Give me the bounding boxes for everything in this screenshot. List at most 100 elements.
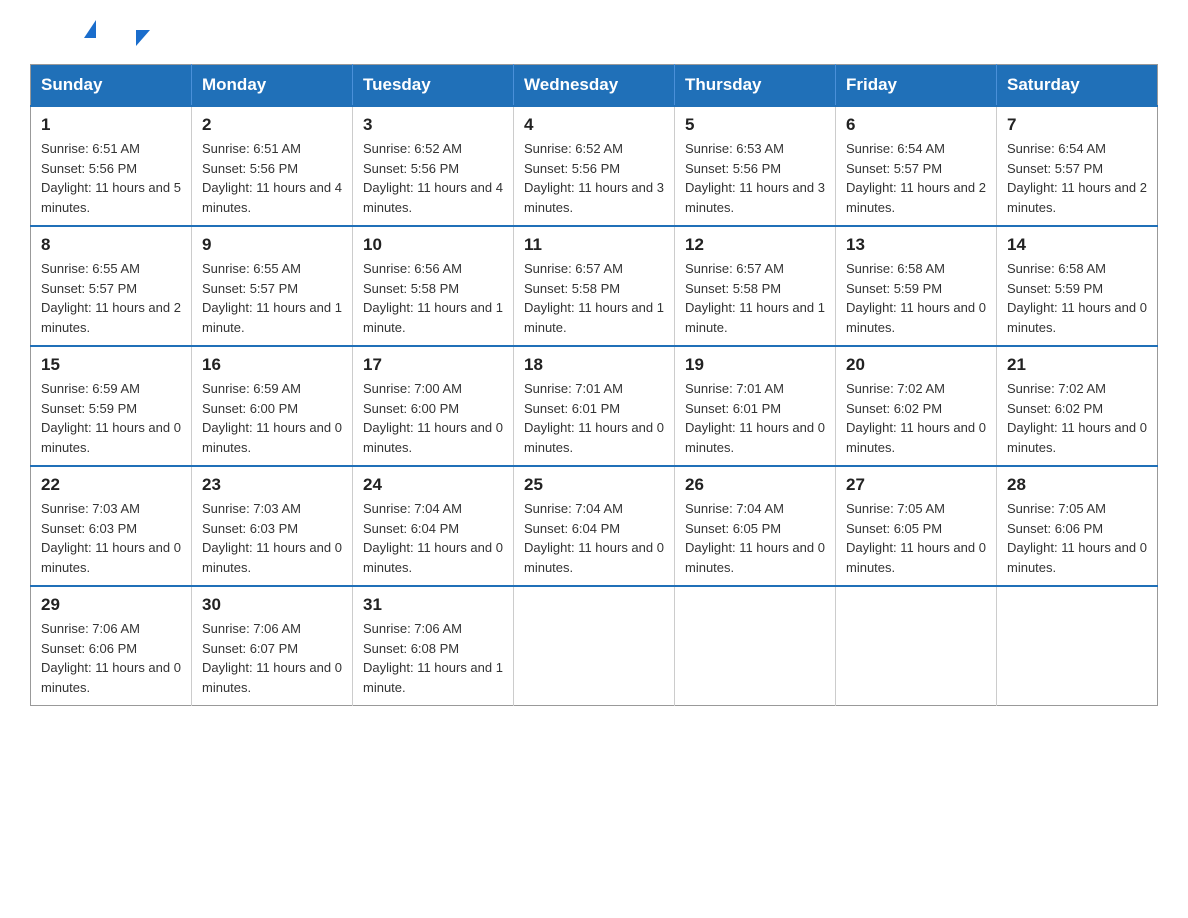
calendar-cell: 5 Sunrise: 6:53 AMSunset: 5:56 PMDayligh… — [675, 106, 836, 226]
day-info: Sunrise: 6:51 AMSunset: 5:56 PMDaylight:… — [41, 141, 181, 215]
calendar-cell — [675, 586, 836, 706]
header-wednesday: Wednesday — [514, 65, 675, 107]
day-number: 21 — [1007, 355, 1147, 375]
day-number: 20 — [846, 355, 986, 375]
day-info: Sunrise: 7:02 AMSunset: 6:02 PMDaylight:… — [1007, 381, 1147, 455]
day-info: Sunrise: 7:05 AMSunset: 6:05 PMDaylight:… — [846, 501, 986, 575]
day-info: Sunrise: 6:58 AMSunset: 5:59 PMDaylight:… — [846, 261, 986, 335]
calendar-cell: 26 Sunrise: 7:04 AMSunset: 6:05 PMDaylig… — [675, 466, 836, 586]
day-info: Sunrise: 6:58 AMSunset: 5:59 PMDaylight:… — [1007, 261, 1147, 335]
logo-icon — [30, 20, 146, 46]
day-info: Sunrise: 6:59 AMSunset: 6:00 PMDaylight:… — [202, 381, 342, 455]
calendar-week-row: 15 Sunrise: 6:59 AMSunset: 5:59 PMDaylig… — [31, 346, 1158, 466]
day-number: 12 — [685, 235, 825, 255]
day-number: 26 — [685, 475, 825, 495]
day-info: Sunrise: 6:59 AMSunset: 5:59 PMDaylight:… — [41, 381, 181, 455]
calendar-cell: 25 Sunrise: 7:04 AMSunset: 6:04 PMDaylig… — [514, 466, 675, 586]
day-number: 6 — [846, 115, 986, 135]
day-info: Sunrise: 6:53 AMSunset: 5:56 PMDaylight:… — [685, 141, 825, 215]
day-info: Sunrise: 7:04 AMSunset: 6:04 PMDaylight:… — [524, 501, 664, 575]
header-friday: Friday — [836, 65, 997, 107]
day-number: 10 — [363, 235, 503, 255]
day-info: Sunrise: 7:04 AMSunset: 6:04 PMDaylight:… — [363, 501, 503, 575]
calendar-cell: 22 Sunrise: 7:03 AMSunset: 6:03 PMDaylig… — [31, 466, 192, 586]
calendar-cell: 18 Sunrise: 7:01 AMSunset: 6:01 PMDaylig… — [514, 346, 675, 466]
header-thursday: Thursday — [675, 65, 836, 107]
day-number: 11 — [524, 235, 664, 255]
page-header — [30, 20, 1158, 46]
day-number: 15 — [41, 355, 181, 375]
day-info: Sunrise: 6:54 AMSunset: 5:57 PMDaylight:… — [1007, 141, 1147, 215]
calendar-week-row: 1 Sunrise: 6:51 AMSunset: 5:56 PMDayligh… — [31, 106, 1158, 226]
calendar-cell: 2 Sunrise: 6:51 AMSunset: 5:56 PMDayligh… — [192, 106, 353, 226]
calendar-cell: 15 Sunrise: 6:59 AMSunset: 5:59 PMDaylig… — [31, 346, 192, 466]
day-info: Sunrise: 6:57 AMSunset: 5:58 PMDaylight:… — [685, 261, 825, 335]
calendar-cell — [836, 586, 997, 706]
day-number: 3 — [363, 115, 503, 135]
day-info: Sunrise: 7:00 AMSunset: 6:00 PMDaylight:… — [363, 381, 503, 455]
calendar-cell: 11 Sunrise: 6:57 AMSunset: 5:58 PMDaylig… — [514, 226, 675, 346]
day-number: 22 — [41, 475, 181, 495]
calendar-cell: 16 Sunrise: 6:59 AMSunset: 6:00 PMDaylig… — [192, 346, 353, 466]
day-info: Sunrise: 7:06 AMSunset: 6:08 PMDaylight:… — [363, 621, 503, 695]
calendar-cell: 7 Sunrise: 6:54 AMSunset: 5:57 PMDayligh… — [997, 106, 1158, 226]
calendar-cell — [514, 586, 675, 706]
day-info: Sunrise: 7:06 AMSunset: 6:07 PMDaylight:… — [202, 621, 342, 695]
calendar-cell: 13 Sunrise: 6:58 AMSunset: 5:59 PMDaylig… — [836, 226, 997, 346]
day-info: Sunrise: 7:04 AMSunset: 6:05 PMDaylight:… — [685, 501, 825, 575]
day-number: 9 — [202, 235, 342, 255]
day-number: 8 — [41, 235, 181, 255]
calendar-week-row: 8 Sunrise: 6:55 AMSunset: 5:57 PMDayligh… — [31, 226, 1158, 346]
day-number: 13 — [846, 235, 986, 255]
day-number: 18 — [524, 355, 664, 375]
day-info: Sunrise: 7:03 AMSunset: 6:03 PMDaylight:… — [41, 501, 181, 575]
day-number: 23 — [202, 475, 342, 495]
day-info: Sunrise: 6:52 AMSunset: 5:56 PMDaylight:… — [363, 141, 503, 215]
day-info: Sunrise: 7:01 AMSunset: 6:01 PMDaylight:… — [685, 381, 825, 455]
logo — [30, 20, 146, 46]
day-number: 25 — [524, 475, 664, 495]
day-number: 17 — [363, 355, 503, 375]
calendar-cell: 27 Sunrise: 7:05 AMSunset: 6:05 PMDaylig… — [836, 466, 997, 586]
day-number: 28 — [1007, 475, 1147, 495]
day-info: Sunrise: 6:54 AMSunset: 5:57 PMDaylight:… — [846, 141, 986, 215]
header-sunday: Sunday — [31, 65, 192, 107]
calendar-cell: 3 Sunrise: 6:52 AMSunset: 5:56 PMDayligh… — [353, 106, 514, 226]
day-info: Sunrise: 6:55 AMSunset: 5:57 PMDaylight:… — [202, 261, 342, 335]
calendar-table: SundayMondayTuesdayWednesdayThursdayFrid… — [30, 64, 1158, 706]
day-number: 1 — [41, 115, 181, 135]
calendar-cell: 12 Sunrise: 6:57 AMSunset: 5:58 PMDaylig… — [675, 226, 836, 346]
day-info: Sunrise: 6:52 AMSunset: 5:56 PMDaylight:… — [524, 141, 664, 215]
day-info: Sunrise: 7:06 AMSunset: 6:06 PMDaylight:… — [41, 621, 181, 695]
day-info: Sunrise: 6:56 AMSunset: 5:58 PMDaylight:… — [363, 261, 503, 335]
calendar-cell: 20 Sunrise: 7:02 AMSunset: 6:02 PMDaylig… — [836, 346, 997, 466]
day-number: 4 — [524, 115, 664, 135]
calendar-cell: 14 Sunrise: 6:58 AMSunset: 5:59 PMDaylig… — [997, 226, 1158, 346]
calendar-cell: 8 Sunrise: 6:55 AMSunset: 5:57 PMDayligh… — [31, 226, 192, 346]
calendar-cell: 17 Sunrise: 7:00 AMSunset: 6:00 PMDaylig… — [353, 346, 514, 466]
calendar-week-row: 29 Sunrise: 7:06 AMSunset: 6:06 PMDaylig… — [31, 586, 1158, 706]
day-number: 31 — [363, 595, 503, 615]
day-info: Sunrise: 7:01 AMSunset: 6:01 PMDaylight:… — [524, 381, 664, 455]
day-number: 27 — [846, 475, 986, 495]
calendar-week-row: 22 Sunrise: 7:03 AMSunset: 6:03 PMDaylig… — [31, 466, 1158, 586]
calendar-cell: 6 Sunrise: 6:54 AMSunset: 5:57 PMDayligh… — [836, 106, 997, 226]
day-info: Sunrise: 6:51 AMSunset: 5:56 PMDaylight:… — [202, 141, 342, 215]
header-saturday: Saturday — [997, 65, 1158, 107]
day-info: Sunrise: 7:05 AMSunset: 6:06 PMDaylight:… — [1007, 501, 1147, 575]
day-info: Sunrise: 6:57 AMSunset: 5:58 PMDaylight:… — [524, 261, 664, 335]
calendar-cell: 19 Sunrise: 7:01 AMSunset: 6:01 PMDaylig… — [675, 346, 836, 466]
calendar-header-row: SundayMondayTuesdayWednesdayThursdayFrid… — [31, 65, 1158, 107]
header-monday: Monday — [192, 65, 353, 107]
calendar-cell: 21 Sunrise: 7:02 AMSunset: 6:02 PMDaylig… — [997, 346, 1158, 466]
calendar-cell: 1 Sunrise: 6:51 AMSunset: 5:56 PMDayligh… — [31, 106, 192, 226]
calendar-cell — [997, 586, 1158, 706]
calendar-cell: 4 Sunrise: 6:52 AMSunset: 5:56 PMDayligh… — [514, 106, 675, 226]
day-number: 7 — [1007, 115, 1147, 135]
day-number: 2 — [202, 115, 342, 135]
day-info: Sunrise: 7:03 AMSunset: 6:03 PMDaylight:… — [202, 501, 342, 575]
day-info: Sunrise: 7:02 AMSunset: 6:02 PMDaylight:… — [846, 381, 986, 455]
calendar-cell: 29 Sunrise: 7:06 AMSunset: 6:06 PMDaylig… — [31, 586, 192, 706]
day-number: 14 — [1007, 235, 1147, 255]
day-number: 24 — [363, 475, 503, 495]
